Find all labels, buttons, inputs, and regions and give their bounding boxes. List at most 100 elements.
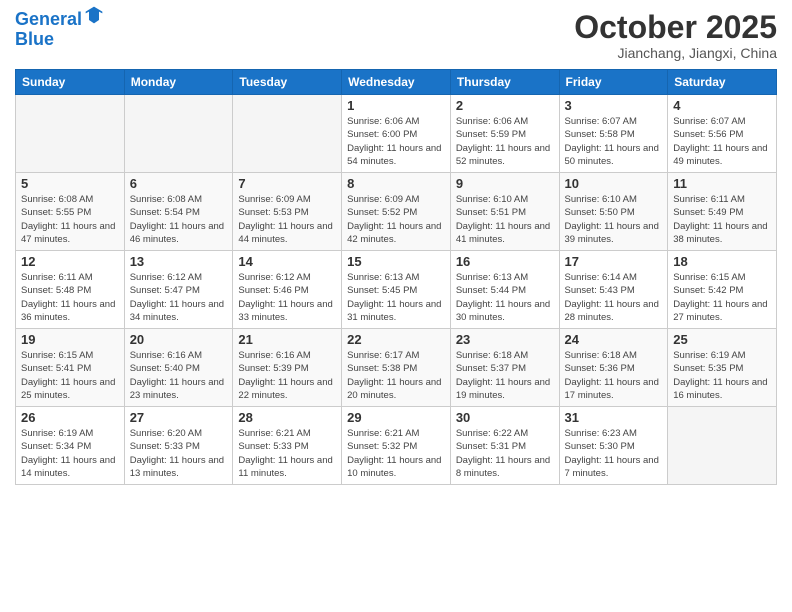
week-row-3: 12 Sunrise: 6:11 AM Sunset: 5:48 PM Dayli…: [16, 251, 777, 329]
day-info: Sunrise: 6:13 AM Sunset: 5:44 PM Dayligh…: [456, 271, 554, 324]
weekday-header-monday: Monday: [124, 70, 233, 95]
day-info: Sunrise: 6:21 AM Sunset: 5:33 PM Dayligh…: [238, 427, 336, 480]
day-number: 14: [238, 254, 336, 269]
day-number: 8: [347, 176, 445, 191]
day-number: 21: [238, 332, 336, 347]
weekday-header-wednesday: Wednesday: [342, 70, 451, 95]
day-number: 24: [565, 332, 663, 347]
calendar-cell: 22 Sunrise: 6:17 AM Sunset: 5:38 PM Dayli…: [342, 329, 451, 407]
logo-icon: [84, 5, 104, 25]
calendar-cell: [124, 95, 233, 173]
header: General Blue October 2025 Jianchang, Jia…: [15, 10, 777, 61]
calendar-cell: 25Sunrise: 6:19 AM Sunset: 5:35 PM Dayli…: [668, 329, 777, 407]
day-number: 7: [238, 176, 336, 191]
day-number: 15: [347, 254, 445, 269]
day-number: 29: [347, 410, 445, 425]
day-info: Sunrise: 6:06 AM Sunset: 5:59 PM Dayligh…: [456, 115, 554, 168]
calendar-cell: 7 Sunrise: 6:09 AM Sunset: 5:53 PM Daylig…: [233, 173, 342, 251]
day-info: Sunrise: 6:22 AM Sunset: 5:31 PM Dayligh…: [456, 427, 554, 480]
calendar-cell: 28 Sunrise: 6:21 AM Sunset: 5:33 PM Dayli…: [233, 407, 342, 485]
weekday-header-sunday: Sunday: [16, 70, 125, 95]
day-number: 5: [21, 176, 119, 191]
day-info: Sunrise: 6:15 AM Sunset: 5:42 PM Dayligh…: [673, 271, 771, 324]
calendar-table: SundayMondayTuesdayWednesdayThursdayFrid…: [15, 69, 777, 485]
calendar-cell: [668, 407, 777, 485]
day-info: Sunrise: 6:15 AM Sunset: 5:41 PM Dayligh…: [21, 349, 119, 402]
day-info: Sunrise: 6:18 AM Sunset: 5:37 PM Dayligh…: [456, 349, 554, 402]
day-info: Sunrise: 6:14 AM Sunset: 5:43 PM Dayligh…: [565, 271, 663, 324]
day-number: 12: [21, 254, 119, 269]
calendar-cell: 1Sunrise: 6:06 AM Sunset: 6:00 PM Daylig…: [342, 95, 451, 173]
day-info: Sunrise: 6:10 AM Sunset: 5:50 PM Dayligh…: [565, 193, 663, 246]
day-info: Sunrise: 6:07 AM Sunset: 5:56 PM Dayligh…: [673, 115, 771, 168]
calendar-cell: 24Sunrise: 6:18 AM Sunset: 5:36 PM Dayli…: [559, 329, 668, 407]
day-info: Sunrise: 6:20 AM Sunset: 5:33 PM Dayligh…: [130, 427, 228, 480]
day-info: Sunrise: 6:13 AM Sunset: 5:45 PM Dayligh…: [347, 271, 445, 324]
day-info: Sunrise: 6:06 AM Sunset: 6:00 PM Dayligh…: [347, 115, 445, 168]
logo-text: General: [15, 10, 82, 30]
calendar-cell: 5 Sunrise: 6:08 AM Sunset: 5:55 PM Daylig…: [16, 173, 125, 251]
day-info: Sunrise: 6:09 AM Sunset: 5:53 PM Dayligh…: [238, 193, 336, 246]
day-number: 13: [130, 254, 228, 269]
day-info: Sunrise: 6:07 AM Sunset: 5:58 PM Dayligh…: [565, 115, 663, 168]
week-row-1: 1Sunrise: 6:06 AM Sunset: 6:00 PM Daylig…: [16, 95, 777, 173]
day-number: 26: [21, 410, 119, 425]
calendar-cell: [16, 95, 125, 173]
day-info: Sunrise: 6:10 AM Sunset: 5:51 PM Dayligh…: [456, 193, 554, 246]
day-number: 23: [456, 332, 554, 347]
calendar-cell: 13 Sunrise: 6:12 AM Sunset: 5:47 PM Dayli…: [124, 251, 233, 329]
calendar-cell: [233, 95, 342, 173]
calendar-cell: 3Sunrise: 6:07 AM Sunset: 5:58 PM Daylig…: [559, 95, 668, 173]
week-row-5: 26 Sunrise: 6:19 AM Sunset: 5:34 PM Dayli…: [16, 407, 777, 485]
calendar-cell: 31 Sunrise: 6:23 AM Sunset: 5:30 PM Dayli…: [559, 407, 668, 485]
calendar-cell: 11 Sunrise: 6:11 AM Sunset: 5:49 PM Dayli…: [668, 173, 777, 251]
calendar-cell: 15 Sunrise: 6:13 AM Sunset: 5:45 PM Dayli…: [342, 251, 451, 329]
page: General Blue October 2025 Jianchang, Jia…: [0, 0, 792, 612]
day-number: 30: [456, 410, 554, 425]
day-info: Sunrise: 6:17 AM Sunset: 5:38 PM Dayligh…: [347, 349, 445, 402]
calendar-cell: 21 Sunrise: 6:16 AM Sunset: 5:39 PM Dayli…: [233, 329, 342, 407]
calendar-cell: 9 Sunrise: 6:10 AM Sunset: 5:51 PM Daylig…: [450, 173, 559, 251]
day-number: 28: [238, 410, 336, 425]
day-info: Sunrise: 6:11 AM Sunset: 5:49 PM Dayligh…: [673, 193, 771, 246]
day-info: Sunrise: 6:16 AM Sunset: 5:39 PM Dayligh…: [238, 349, 336, 402]
day-info: Sunrise: 6:08 AM Sunset: 5:55 PM Dayligh…: [21, 193, 119, 246]
day-number: 25: [673, 332, 771, 347]
day-info: Sunrise: 6:12 AM Sunset: 5:46 PM Dayligh…: [238, 271, 336, 324]
day-number: 9: [456, 176, 554, 191]
week-row-2: 5 Sunrise: 6:08 AM Sunset: 5:55 PM Daylig…: [16, 173, 777, 251]
calendar-cell: 10 Sunrise: 6:10 AM Sunset: 5:50 PM Dayli…: [559, 173, 668, 251]
weekday-header-tuesday: Tuesday: [233, 70, 342, 95]
day-info: Sunrise: 6:11 AM Sunset: 5:48 PM Dayligh…: [21, 271, 119, 324]
day-number: 2: [456, 98, 554, 113]
day-number: 4: [673, 98, 771, 113]
day-number: 17: [565, 254, 663, 269]
day-number: 22: [347, 332, 445, 347]
day-number: 31: [565, 410, 663, 425]
day-number: 18: [673, 254, 771, 269]
day-number: 16: [456, 254, 554, 269]
day-number: 19: [21, 332, 119, 347]
calendar-cell: 29 Sunrise: 6:21 AM Sunset: 5:32 PM Dayli…: [342, 407, 451, 485]
calendar-subtitle: Jianchang, Jiangxi, China: [574, 45, 777, 61]
week-row-4: 19 Sunrise: 6:15 AM Sunset: 5:41 PM Dayli…: [16, 329, 777, 407]
day-info: Sunrise: 6:12 AM Sunset: 5:47 PM Dayligh…: [130, 271, 228, 324]
calendar-cell: 8 Sunrise: 6:09 AM Sunset: 5:52 PM Daylig…: [342, 173, 451, 251]
calendar-cell: 18 Sunrise: 6:15 AM Sunset: 5:42 PM Dayli…: [668, 251, 777, 329]
day-number: 10: [565, 176, 663, 191]
calendar-cell: 30 Sunrise: 6:22 AM Sunset: 5:31 PM Dayli…: [450, 407, 559, 485]
calendar-cell: 27 Sunrise: 6:20 AM Sunset: 5:33 PM Dayli…: [124, 407, 233, 485]
calendar-cell: 26 Sunrise: 6:19 AM Sunset: 5:34 PM Dayli…: [16, 407, 125, 485]
day-info: Sunrise: 6:21 AM Sunset: 5:32 PM Dayligh…: [347, 427, 445, 480]
weekday-header-row: SundayMondayTuesdayWednesdayThursdayFrid…: [16, 70, 777, 95]
calendar-cell: 2 Sunrise: 6:06 AM Sunset: 5:59 PM Daylig…: [450, 95, 559, 173]
weekday-header-thursday: Thursday: [450, 70, 559, 95]
day-info: Sunrise: 6:19 AM Sunset: 5:34 PM Dayligh…: [21, 427, 119, 480]
day-number: 11: [673, 176, 771, 191]
day-info: Sunrise: 6:23 AM Sunset: 5:30 PM Dayligh…: [565, 427, 663, 480]
day-number: 27: [130, 410, 228, 425]
day-info: Sunrise: 6:09 AM Sunset: 5:52 PM Dayligh…: [347, 193, 445, 246]
logo: General Blue: [15, 10, 104, 50]
day-number: 20: [130, 332, 228, 347]
day-number: 6: [130, 176, 228, 191]
